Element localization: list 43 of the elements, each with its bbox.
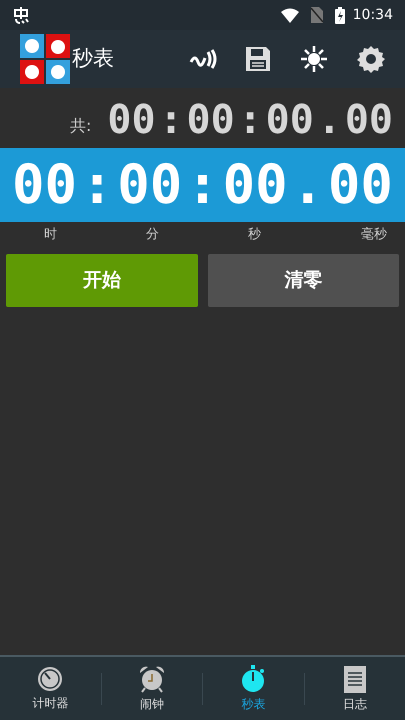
time-digits: 00: [117, 158, 182, 212]
time-digits: 00: [186, 100, 235, 140]
stopwatch-icon: [240, 664, 266, 692]
digit-separator: :: [80, 158, 114, 212]
nav-tab[interactable]: 秒表: [203, 657, 304, 720]
time-digits: 00: [344, 100, 393, 140]
time-digits: 00: [12, 158, 78, 212]
app-title: 秒表: [72, 45, 114, 72]
digit-separator: :: [186, 158, 219, 212]
nav-label: 计时器: [32, 694, 68, 712]
digit-separator: :: [238, 100, 262, 140]
time-digits: 00: [266, 100, 314, 140]
total-label: 共:: [70, 115, 92, 137]
nav-label: 秒表: [241, 696, 266, 712]
no-sim-icon: [310, 7, 323, 23]
nav-tab[interactable]: 闹钟: [102, 657, 202, 720]
settings-icon[interactable]: [357, 45, 385, 73]
battery-icon: [334, 6, 345, 24]
alarm-clock-icon: [138, 664, 166, 692]
time-digits: 00: [222, 158, 288, 212]
brightness-icon[interactable]: [301, 46, 327, 72]
reset-button[interactable]: 清零: [208, 254, 399, 307]
timer-icon: [37, 666, 64, 692]
nav-tab[interactable]: 计时器: [0, 657, 100, 720]
app-logo-icon: [20, 34, 70, 84]
digit-separator: .: [317, 100, 342, 140]
unit-label: 秒: [248, 227, 261, 242]
nav-label: 闹钟: [140, 696, 164, 712]
unit-label: 分: [146, 227, 159, 242]
save-icon[interactable]: [245, 46, 271, 72]
nav-tab[interactable]: 日志: [304, 657, 405, 720]
unit-label: 时: [44, 227, 57, 242]
notepad-icon: [344, 664, 366, 692]
digit-separator: .: [292, 158, 324, 212]
status-time: 10:34: [352, 6, 393, 24]
nfc-icon[interactable]: [189, 48, 217, 70]
unit-label: 毫秒: [361, 227, 387, 242]
time-digits: 00: [328, 158, 393, 212]
time-digits: 00: [107, 100, 156, 140]
digit-separator: :: [159, 100, 184, 140]
nav-label: 日志: [342, 696, 367, 712]
notification-icon: [12, 6, 30, 24]
wifi-icon: [280, 8, 299, 22]
